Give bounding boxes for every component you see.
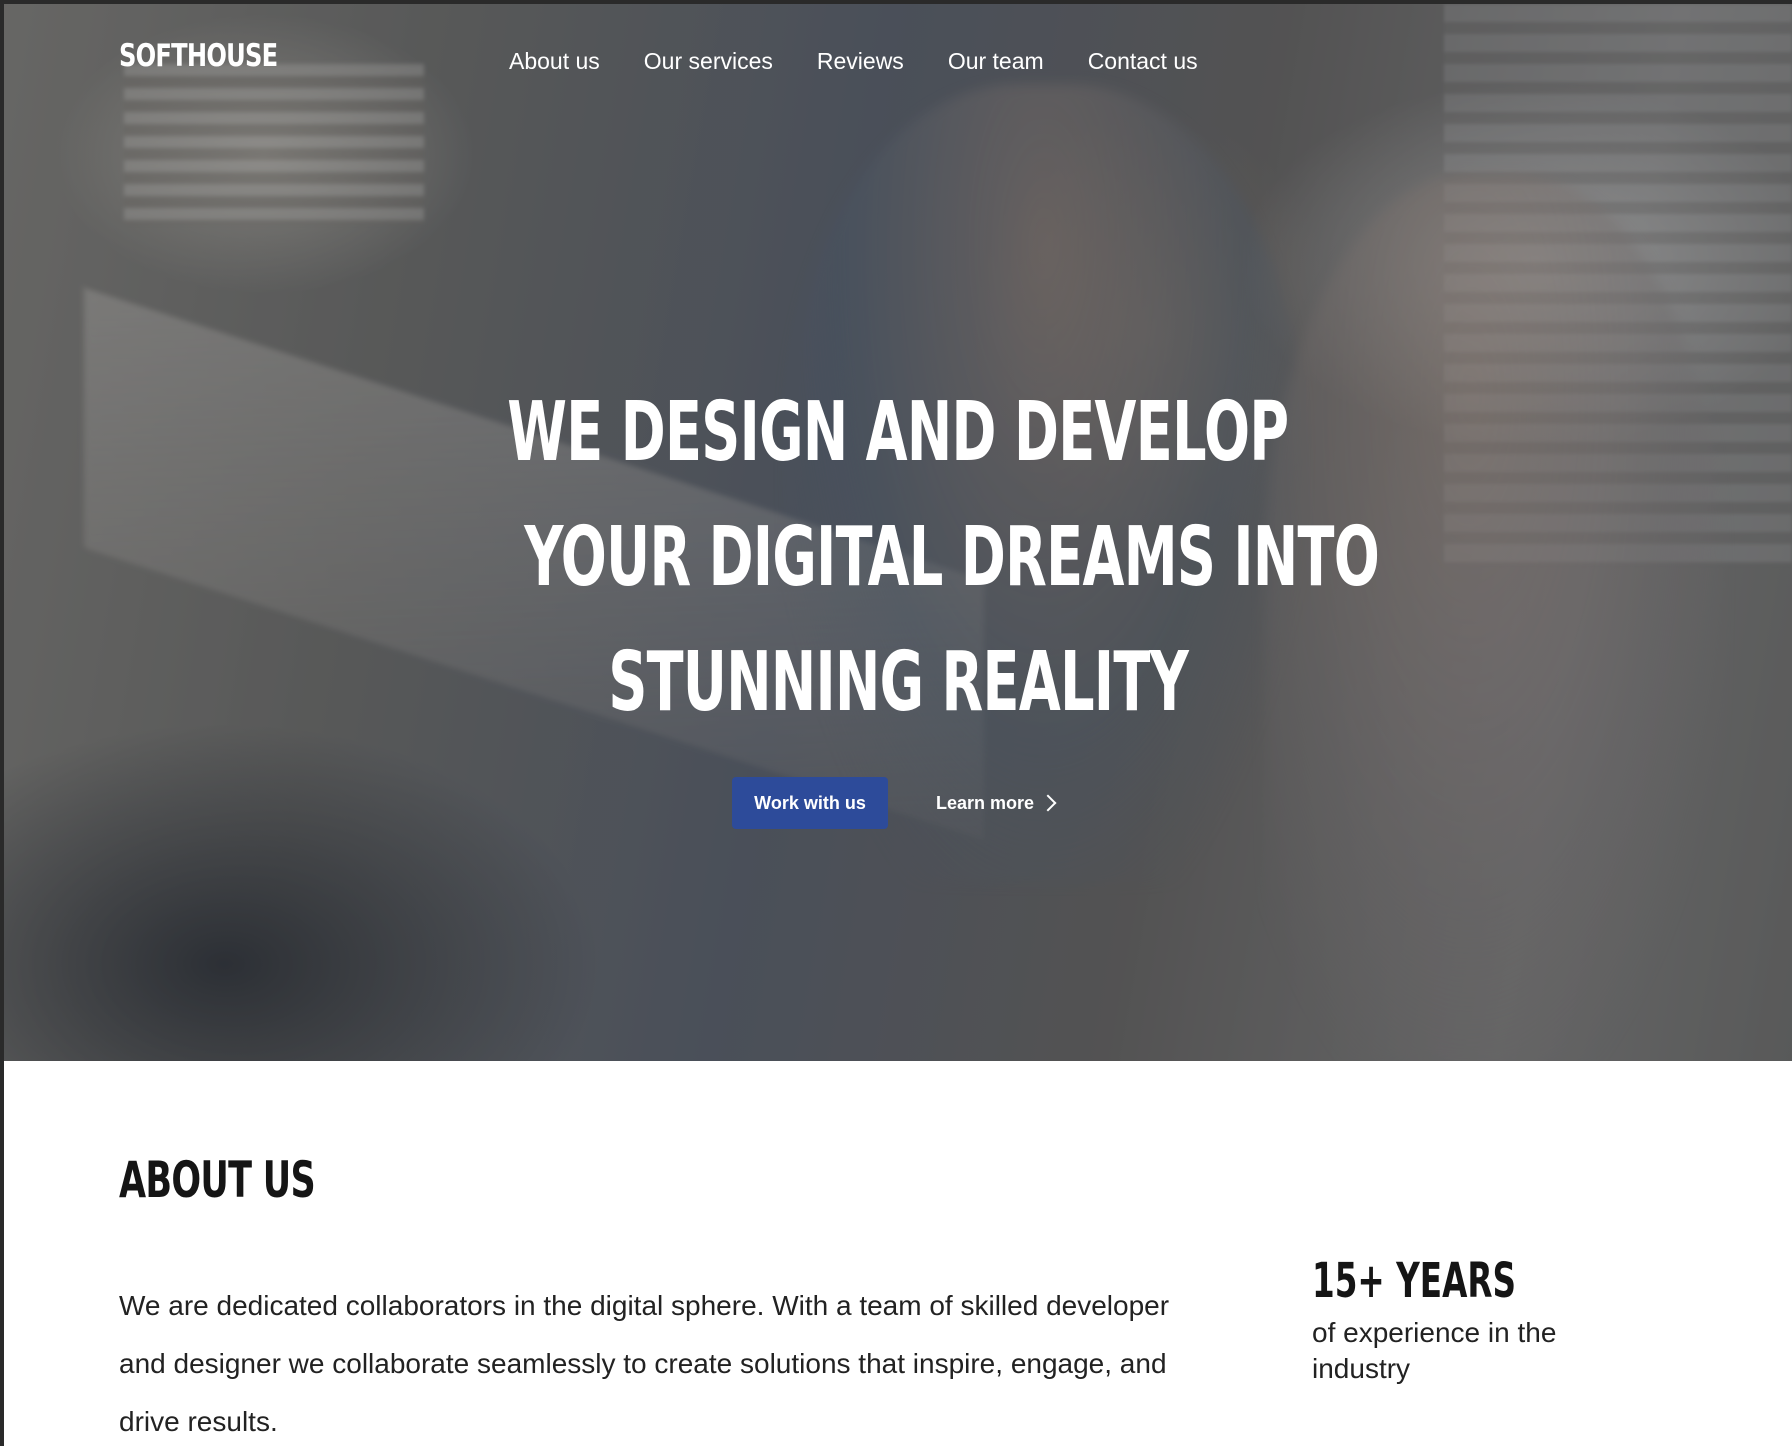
hero-cta-row: Work with us Learn more bbox=[732, 777, 1057, 829]
nav-item-our-team[interactable]: Our team bbox=[948, 48, 1044, 75]
learn-more-link[interactable]: Learn more bbox=[936, 792, 1057, 814]
logo[interactable]: SOFTHOUSE bbox=[119, 38, 278, 74]
page: SOFTHOUSE About us Our services Reviews … bbox=[4, 4, 1792, 1446]
nav-item-contact-us[interactable]: Contact us bbox=[1088, 48, 1198, 75]
nav-item-our-services[interactable]: Our services bbox=[644, 48, 773, 75]
nav-links: About us Our services Reviews Our team C… bbox=[509, 48, 1242, 75]
about-title: ABOUT US bbox=[119, 1151, 316, 1209]
experience-stat: 15+ YEARS of experience in the industry bbox=[1312, 1251, 1712, 1387]
hero-headline-line-3: STUNNING REALITY bbox=[608, 635, 1188, 730]
about-section: ABOUT US We are dedicated collaborators … bbox=[4, 1061, 1792, 1446]
top-navigation: SOFTHOUSE About us Our services Reviews … bbox=[4, 4, 1792, 114]
experience-stat-label: of experience in the industry bbox=[1312, 1317, 1557, 1384]
nav-item-reviews[interactable]: Reviews bbox=[817, 48, 904, 75]
experience-stat-value: 15+ YEARS bbox=[1312, 1253, 1516, 1309]
nav-item-about-us[interactable]: About us bbox=[509, 48, 600, 75]
learn-more-label: Learn more bbox=[936, 792, 1035, 813]
work-with-us-button[interactable]: Work with us bbox=[732, 777, 888, 829]
hero-headline-line-2: YOUR DIGITAL DREAMS INTO bbox=[524, 510, 1380, 605]
hero-section: SOFTHOUSE About us Our services Reviews … bbox=[4, 4, 1792, 1061]
chevron-right-icon bbox=[1039, 794, 1057, 812]
hero-headline-line-1: WE DESIGN AND DEVELOP bbox=[507, 385, 1289, 480]
about-description: We are dedicated collaborators in the di… bbox=[119, 1290, 1170, 1437]
hero-headline: WE DESIGN AND DEVELOP YOUR DIGITAL DREAM… bbox=[304, 370, 1492, 745]
